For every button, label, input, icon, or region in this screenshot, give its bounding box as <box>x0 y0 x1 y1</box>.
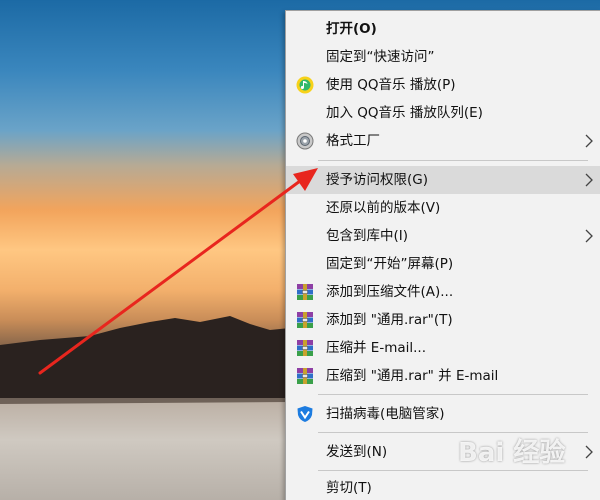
menu-item-format-factory[interactable]: 格式工厂 <box>286 127 600 155</box>
menu-item-label: 授予访问权限(G) <box>326 172 428 188</box>
menu-item-label: 压缩并 E-mail... <box>326 340 426 356</box>
menu-item-label: 还原以前的版本(V) <box>326 200 441 216</box>
menu-item-pin-quick-access[interactable]: 固定到“快速访问” <box>286 43 600 71</box>
winrar-icon <box>297 284 313 300</box>
menu-item-compress-tongyong-email[interactable]: 压缩到 "通用.rar" 并 E-mail <box>286 362 600 390</box>
menu-item-label: 压缩到 "通用.rar" 并 E-mail <box>326 368 499 384</box>
menu-item-open[interactable]: 打开(O) <box>286 15 600 43</box>
menu-item-label: 包含到库中(I) <box>326 228 409 244</box>
menu-separator <box>318 160 588 161</box>
chevron-right-icon <box>585 134 593 148</box>
menu-item-include-library[interactable]: 包含到库中(I) <box>286 222 600 250</box>
chevron-right-icon <box>585 173 593 187</box>
winrar-icon <box>297 368 313 384</box>
menu-item-pin-start[interactable]: 固定到“开始”屏幕(P) <box>286 250 600 278</box>
menu-item-label: 扫描病毒(电脑管家) <box>326 406 445 422</box>
menu-separator <box>318 394 588 395</box>
menu-item-qqmusic-play[interactable]: 使用 QQ音乐 播放(P) <box>286 71 600 99</box>
baidu-jingyan-watermark: Bai 经验 <box>458 438 566 468</box>
menu-item-compress-email[interactable]: 压缩并 E-mail... <box>286 334 600 362</box>
menu-item-label: 添加到压缩文件(A)... <box>326 284 454 300</box>
menu-separator <box>318 470 588 471</box>
format-factory-icon <box>296 132 314 150</box>
winrar-icon <box>297 312 313 328</box>
menu-item-restore-versions[interactable]: 还原以前的版本(V) <box>286 194 600 222</box>
menu-item-label: 使用 QQ音乐 播放(P) <box>326 77 456 93</box>
menu-item-label: 固定到“开始”屏幕(P) <box>326 256 454 272</box>
chevron-right-icon <box>585 229 593 243</box>
menu-item-label: 添加到 "通用.rar"(T) <box>326 312 453 328</box>
menu-item-label: 剪切(T) <box>326 480 372 496</box>
qq-music-icon <box>296 76 314 94</box>
menu-item-label: 发送到(N) <box>326 444 388 460</box>
tencent-pc-manager-icon <box>297 406 313 422</box>
menu-item-label: 加入 QQ音乐 播放队列(E) <box>326 105 483 121</box>
menu-item-add-tongyong-rar[interactable]: 添加到 "通用.rar"(T) <box>286 306 600 334</box>
winrar-icon <box>297 340 313 356</box>
menu-item-label: 固定到“快速访问” <box>326 49 435 65</box>
menu-item-scan-virus[interactable]: 扫描病毒(电脑管家) <box>286 400 600 428</box>
menu-item-grant-access[interactable]: 授予访问权限(G) <box>286 166 600 194</box>
context-menu: 打开(O) 固定到“快速访问” 使用 QQ音乐 播放(P) 加入 QQ音乐 播放… <box>285 10 600 500</box>
menu-item-qqmusic-queue[interactable]: 加入 QQ音乐 播放队列(E) <box>286 99 600 127</box>
menu-item-label: 格式工厂 <box>326 133 380 149</box>
menu-item-label: 打开(O) <box>326 21 377 37</box>
menu-item-add-archive[interactable]: 添加到压缩文件(A)... <box>286 278 600 306</box>
menu-item-cut[interactable]: 剪切(T) <box>286 474 600 500</box>
chevron-right-icon <box>585 445 593 459</box>
